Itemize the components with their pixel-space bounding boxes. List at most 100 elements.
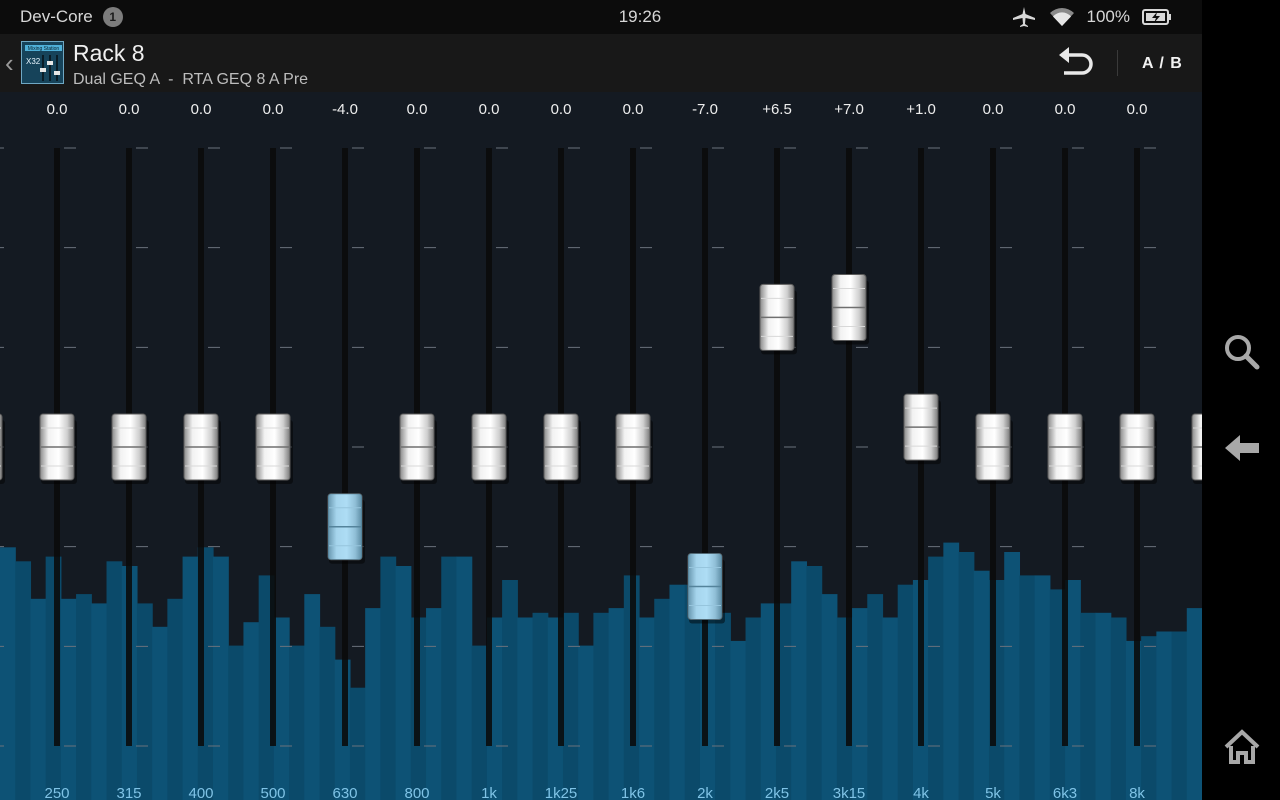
rta-bar: [882, 617, 899, 800]
page-subtitle: Dual GEQ A - RTA GEQ 8 A Pre: [73, 71, 309, 88]
frequency-label: 1k6: [621, 785, 645, 800]
undo-icon[interactable]: [1056, 45, 1094, 81]
rta-bar: [517, 617, 534, 800]
status-bar: Dev-Core 1 19:26 100%: [0, 0, 1202, 34]
fader-cap[interactable]: [255, 413, 293, 484]
fader-track[interactable]: [774, 148, 780, 746]
frequency-label: 1k25: [545, 785, 578, 800]
fader-track[interactable]: [702, 148, 708, 746]
fader-cap[interactable]: [471, 413, 509, 484]
gain-value-label: -4.0: [332, 101, 358, 118]
rta-bar: [243, 622, 260, 800]
fader-cap[interactable]: [1047, 413, 1085, 484]
rta-bar: [1186, 608, 1202, 800]
frequency-label: 5k: [985, 785, 1001, 800]
fader-cap[interactable]: [831, 273, 869, 345]
frequency-label: 630: [332, 785, 357, 800]
frequency-label: 6k3: [1053, 785, 1077, 800]
fader-cap[interactable]: [327, 493, 365, 564]
geq-graph: 0.0 0.0 0.0 0.0 -4.0 0.0 0.0 0.0 0.0 -7.0 +6.5 +7.0…: [0, 101, 1202, 800]
rta-bar: [943, 542, 960, 800]
fader-cap[interactable]: [183, 413, 221, 484]
fader-cap[interactable]: [687, 553, 725, 624]
rta-bar: [426, 608, 442, 800]
frequency-label: 800: [404, 785, 429, 800]
ab-toggle-button[interactable]: A / B: [1142, 55, 1183, 73]
frequency-label: 1k: [481, 785, 497, 800]
rta-bar: [1110, 617, 1127, 800]
rta-bar: [669, 584, 686, 800]
fader-cap[interactable]: [39, 413, 77, 484]
search-icon[interactable]: [1222, 332, 1262, 372]
frequency-label: 315: [116, 785, 141, 800]
fader-cap[interactable]: [399, 413, 437, 484]
fader-cap[interactable]: [615, 413, 653, 484]
rta-bar: [502, 580, 518, 800]
rta-bar: [532, 612, 549, 800]
fader-cap[interactable]: [975, 413, 1013, 484]
fader-cap[interactable]: [1119, 413, 1157, 484]
app-bar: ‹ Mixing Station X32 Rack 8 Dual GEQ A -…: [0, 34, 1202, 92]
logo-text: X32: [26, 57, 41, 66]
frequency-label: 4k: [913, 785, 929, 800]
battery-percent: 100%: [1086, 7, 1130, 26]
fader-cap[interactable]: [759, 283, 797, 355]
gain-value-label: 0.0: [119, 101, 140, 118]
fader-caps: [0, 273, 1202, 624]
toolbar-divider: [1117, 50, 1118, 76]
frequency-label: 250: [44, 785, 69, 800]
rta-bar: [1004, 552, 1021, 800]
rta-bar: [365, 608, 381, 800]
rta-bar: [152, 626, 168, 800]
app-logo[interactable]: Mixing Station X32: [21, 41, 64, 84]
rta-bar: [1095, 612, 1112, 800]
rta-bar: [593, 612, 610, 800]
rta-bar: [273, 617, 290, 800]
rta-bar: [654, 598, 671, 800]
gain-value-label: 0.0: [1127, 101, 1148, 118]
back-arrow-icon[interactable]: [1222, 428, 1262, 468]
frequency-label: 2k: [697, 785, 713, 800]
gain-value-label: 0.0: [623, 101, 644, 118]
geq-panel: 0.0 0.0 0.0 0.0 -4.0 0.0 0.0 0.0 0.0 -7.0 +6.5 +7.0…: [0, 92, 1202, 800]
back-chevron-icon[interactable]: ‹: [5, 48, 14, 79]
fader-cap[interactable]: [903, 393, 941, 465]
rta-bar: [395, 566, 412, 800]
status-right: 100%: [1011, 6, 1172, 28]
fader-cap[interactable]: [1191, 413, 1202, 484]
rta-bar: [1156, 631, 1173, 800]
frequency-label: 3k15: [833, 785, 866, 800]
rta-bar: [806, 566, 823, 800]
rta-bar: [106, 561, 123, 800]
gain-value-label: -7.0: [692, 101, 718, 118]
fader-cap[interactable]: [111, 413, 149, 484]
rta-bar: [608, 608, 625, 800]
gain-value-label: +6.5: [762, 101, 792, 118]
gain-value-label: 0.0: [983, 101, 1004, 118]
rta-bar: [791, 561, 808, 800]
frequency-label: 2k5: [765, 785, 789, 800]
rta-bar: [289, 645, 305, 800]
rta-bar: [304, 594, 321, 800]
rta-bar: [715, 612, 731, 800]
rta-bar: [745, 617, 762, 800]
logo-caption: Mixing Station: [28, 46, 60, 52]
rta-bar: [897, 584, 914, 800]
home-icon[interactable]: [1222, 727, 1262, 767]
rta-bar: [228, 645, 245, 800]
fader-cap[interactable]: [0, 413, 5, 484]
rta-bar: [182, 556, 199, 800]
frequency-label: 8k: [1129, 785, 1145, 800]
rta-bar: [730, 640, 747, 800]
gain-value-label: 0.0: [47, 101, 68, 118]
fader-track[interactable]: [342, 148, 348, 746]
rta-bar: [30, 598, 47, 800]
rta-bar: [15, 561, 32, 800]
fader-track[interactable]: [846, 148, 852, 746]
gain-value-label: +7.0: [834, 101, 864, 118]
rta-bar: [1019, 575, 1036, 800]
rta-bar: [562, 612, 579, 800]
rta-bar: [60, 598, 77, 800]
rta-bar: [928, 556, 944, 800]
fader-cap[interactable]: [543, 413, 581, 484]
